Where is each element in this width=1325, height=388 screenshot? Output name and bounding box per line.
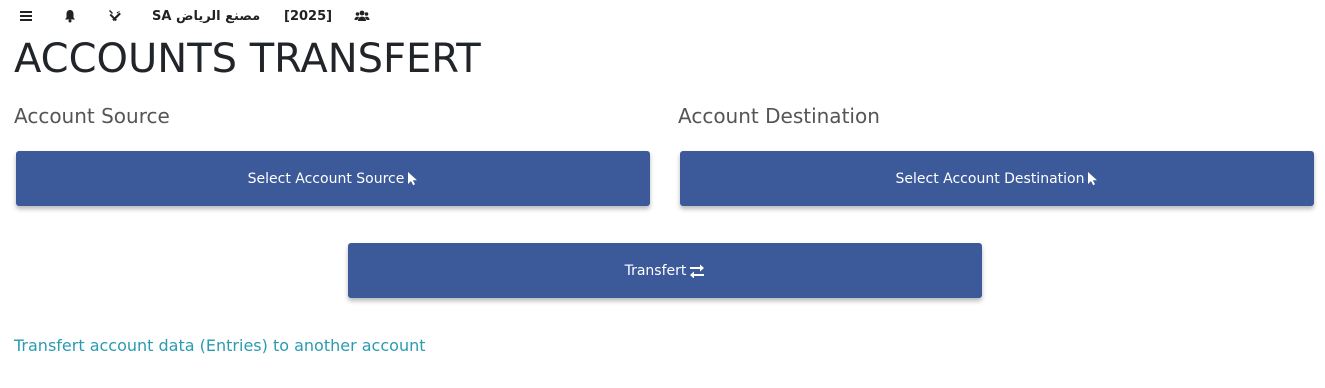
transfert-description-link[interactable]: Transfert account data (Entries) to anot…: [14, 336, 426, 355]
fiscal-year: [2025]: [284, 8, 333, 24]
exchange-icon: [690, 264, 705, 278]
tools-button[interactable]: [107, 6, 123, 26]
tools-icon: [109, 10, 121, 22]
pointer-icon: [408, 172, 418, 186]
page-title: ACCOUNTS TRANSFERT: [14, 36, 481, 82]
pointer-icon: [1088, 172, 1098, 186]
notifications-button[interactable]: [62, 6, 78, 26]
account-source-label: Account Source: [14, 104, 170, 128]
users-icon: [354, 10, 370, 21]
year-selector[interactable]: [2025]: [284, 6, 332, 26]
transfert-button[interactable]: Transfert: [348, 243, 982, 298]
select-account-source-label: Select Account Source: [247, 170, 405, 187]
menu-button[interactable]: [18, 6, 34, 26]
select-account-source-button[interactable]: Select Account Source: [16, 151, 650, 206]
select-account-destination-label: Select Account Destination: [895, 170, 1085, 187]
bell-icon: [65, 10, 75, 23]
menu-icon: [20, 11, 32, 21]
transfert-label: Transfert: [624, 262, 687, 279]
company-name: مصنع الرياض SA: [152, 8, 261, 24]
company-selector[interactable]: مصنع الرياض SA: [152, 6, 260, 26]
top-navbar: مصنع الرياض SA [2025]: [0, 0, 1325, 32]
select-account-destination-button[interactable]: Select Account Destination: [680, 151, 1314, 206]
account-destination-label: Account Destination: [678, 104, 880, 128]
users-button[interactable]: [354, 6, 370, 26]
